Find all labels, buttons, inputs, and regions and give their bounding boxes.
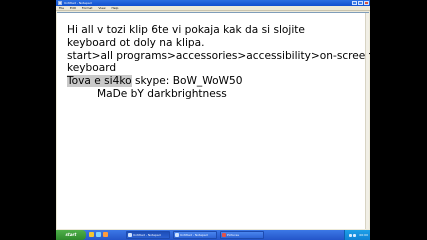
menu-view[interactable]: View	[98, 6, 105, 10]
taskbar-item-notepad[interactable]: Untitled - Notepad	[126, 231, 170, 239]
notepad-icon	[58, 1, 62, 5]
taskbar-item-label: Pictures	[227, 233, 239, 237]
minimize-icon[interactable]	[352, 1, 357, 5]
taskbar-item-label: Untitled - Notepad	[180, 233, 208, 237]
text-line: keyboard	[67, 62, 117, 75]
vertical-scrollbar[interactable]	[365, 13, 369, 229]
menu-help[interactable]: Help	[112, 6, 119, 10]
document-text: Hi all v tozi klip 6te vi pokaja kak da …	[67, 24, 370, 101]
close-icon[interactable]	[364, 1, 369, 5]
taskbar-item-pictures[interactable]: Pictures	[220, 231, 264, 239]
maximize-icon[interactable]	[358, 1, 363, 5]
taskbar-item-notepad[interactable]: Untitled - Notepad	[173, 231, 217, 239]
text-line: Hi all v tozi klip 6te vi pokaja kak da …	[67, 24, 305, 36]
menu-file[interactable]: File	[59, 6, 64, 10]
text-editor-area[interactable]: Hi all v tozi klip 6te vi pokaja kak da …	[57, 12, 370, 229]
text-line: keyboard ot doly na klipa.	[67, 36, 205, 49]
browser-icon[interactable]	[96, 232, 101, 237]
text-line: Tova e si4ko skype: BoW_WoW50	[67, 75, 367, 88]
explorer-icon[interactable]	[89, 232, 94, 237]
text-line: start>all programs>accessories>accessibi…	[67, 49, 370, 62]
notepad-icon	[128, 233, 132, 237]
media-icon[interactable]	[103, 232, 108, 237]
network-icon[interactable]	[353, 233, 357, 237]
menu-bar: File Edit Format View Help	[56, 6, 370, 11]
desktop-screen: Untitled - Notepad File Edit Format View…	[56, 0, 370, 240]
taskbar-item-label: Untitled - Notepad	[133, 233, 161, 237]
selected-text: Tova e si4ko	[67, 75, 132, 88]
notepad-icon	[175, 233, 179, 237]
clock[interactable]: 00:00	[359, 230, 368, 240]
text-line-rest: skype: BoW_WoW50	[131, 75, 243, 88]
pictures-icon	[222, 233, 226, 237]
volume-icon[interactable]	[349, 233, 353, 237]
system-tray: 00:00	[344, 230, 370, 240]
menu-format[interactable]: Format	[82, 6, 93, 10]
menu-edit[interactable]: Edit	[70, 6, 76, 10]
start-button[interactable]: start	[56, 230, 86, 240]
taskbar: start Untitled - Notepad Untitled - Note…	[56, 230, 370, 240]
text-line: MaDe bY darkbrightness	[97, 87, 227, 100]
window-controls	[352, 1, 369, 5]
quick-launch	[89, 232, 108, 237]
